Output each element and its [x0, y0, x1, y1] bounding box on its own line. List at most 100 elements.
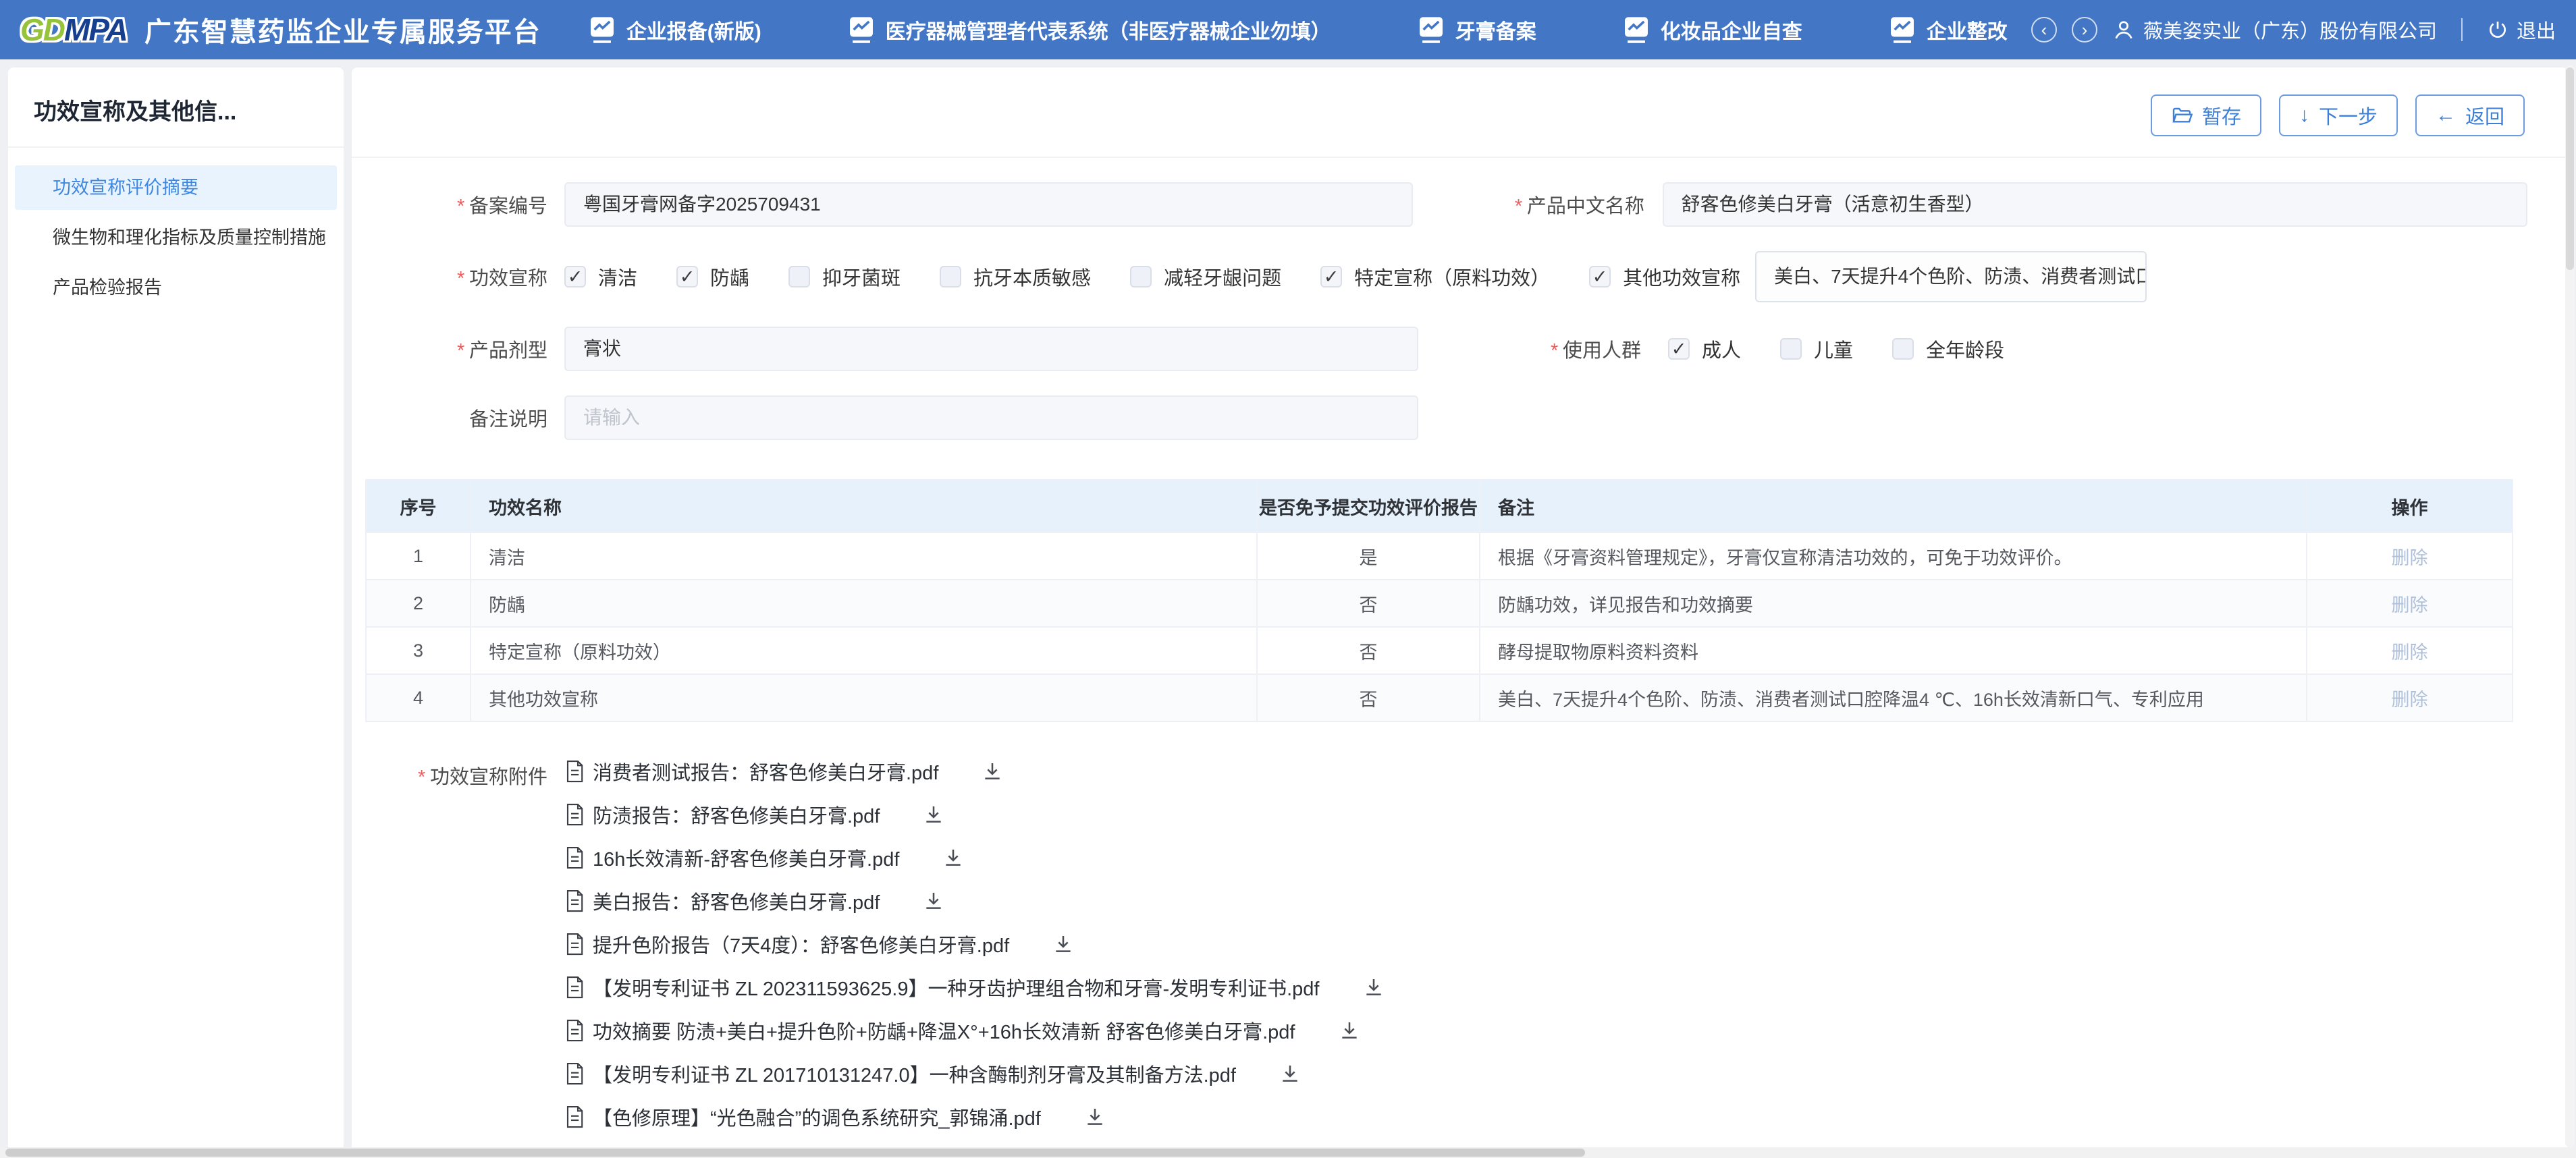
sidebar-item-micro-physchem[interactable]: 微生物和理化指标及质量控制措施 — [15, 215, 337, 260]
arrow-left-icon: ← — [2436, 105, 2456, 126]
attachment-link[interactable]: 【色修原理】“光色融合”的调色系统研究_郭锦涌.pdf — [593, 1103, 1041, 1131]
delete-row-button[interactable]: 删除 — [2392, 548, 2428, 568]
attachment-link[interactable]: 【发明专利证书 ZL 202311593625.9】一种牙齿护理组合物和牙膏-发… — [593, 973, 1320, 1001]
required-mark: * — [456, 340, 464, 362]
efficacy-checkbox-group: 清洁 防龋 抑牙菌斑 抗牙本质敏感 减轻牙龈问题 特定宣称（原料功效） 其他功效… — [564, 263, 1740, 291]
download-icon[interactable] — [923, 890, 944, 912]
top-nav-menu: 企业报备(新版) 医疗器械管理者代表系统（非医疗器械企业勿填） 牙膏备案 化妆品… — [589, 15, 2008, 45]
checkbox-child[interactable]: 儿童 — [1780, 335, 1853, 363]
checkbox-all-ages[interactable]: 全年龄段 — [1892, 335, 2004, 363]
horizontal-scrollbar[interactable] — [0, 1147, 2576, 1158]
download-icon[interactable] — [1084, 1106, 1106, 1128]
vertical-scrollbar[interactable] — [2565, 65, 2575, 1147]
cell-remark: 酵母提取物原料资料资料 — [1480, 627, 2307, 674]
save-draft-label: 暂存 — [2202, 101, 2241, 130]
topbar-right: ‹ › 薇美姿实业（广东）股份有限公司 退出 — [2031, 16, 2556, 44]
remark-input[interactable] — [564, 395, 1418, 440]
back-button[interactable]: ← 返回 — [2415, 94, 2525, 136]
attachment-link[interactable]: 功效摘要 防渍+美白+提升色阶+防龋+降温X°+16h长效清新 舒客色修美白牙膏… — [593, 1016, 1295, 1045]
other-claim-field[interactable]: 美白、7天提升4个色阶、防渍、消费者测试口腔降温4℃、16h长效清新口气、专利应… — [1755, 251, 2147, 302]
checkbox-other-claim[interactable]: 其他功效宣称 — [1589, 263, 1740, 291]
nav-item-enterprise-rectify[interactable]: 企业整改 — [1889, 15, 2008, 45]
attachments-section: *功效宣称附件 消费者测试报告：舒客色修美白牙膏.pdf 防渍报告：舒客色修美白… — [379, 757, 2568, 1158]
account-menu[interactable]: 薇美姿实业（广东）股份有限公司 — [2112, 16, 2437, 44]
checkbox-gum-care[interactable]: 减轻牙龈问题 — [1130, 263, 1281, 291]
table-row: 4 其他功效宣称 否 美白、7天提升4个色阶、防渍、消费者测试口腔降温4 ℃、1… — [366, 674, 2513, 721]
cell-remark: 根据《牙膏资料管理规定》，牙膏仅宣称清洁功效的，可免于功效评价。 — [1480, 532, 2307, 580]
checkbox-clean[interactable]: 清洁 — [564, 263, 637, 291]
efficacy-label: *功效宣称 — [379, 263, 547, 291]
attachment-item: 提升色阶报告（7天4度）：舒客色修美白牙膏.pdf — [564, 930, 1385, 958]
line-chart-icon — [1418, 16, 1445, 43]
col-header-remark: 备注 — [1480, 480, 2307, 532]
users-checkbox-group: 成人 儿童 全年龄段 — [1668, 335, 2004, 363]
page-body: 功效宣称及其他信... 功效宣称评价摘要 微生物和理化指标及质量控制措施 产品检… — [0, 59, 2576, 1158]
next-step-button[interactable]: ↓ 下一步 — [2279, 94, 2398, 136]
sidebar-item-efficacy-summary[interactable]: 功效宣称评价摘要 — [15, 165, 337, 210]
delete-row-button[interactable]: 删除 — [2392, 642, 2428, 663]
nav-item-enterprise-report[interactable]: 企业报备(新版) — [589, 15, 761, 45]
cell-name: 防龋 — [471, 580, 1257, 627]
download-icon[interactable] — [923, 804, 944, 825]
download-icon[interactable] — [1279, 1063, 1301, 1084]
nav-prev-button[interactable]: ‹ — [2031, 17, 2057, 43]
save-draft-button[interactable]: 暂存 — [2151, 94, 2261, 136]
document-icon — [564, 888, 587, 914]
attachment-link[interactable]: 提升色阶报告（7天4度）：舒客色修美白牙膏.pdf — [593, 930, 1009, 958]
logo-gd-text: GD — [20, 11, 64, 48]
download-icon[interactable] — [982, 761, 1003, 782]
delete-row-button[interactable]: 删除 — [2392, 690, 2428, 710]
attachment-link[interactable]: 美白报告：舒客色修美白牙膏.pdf — [593, 887, 880, 915]
checkbox-specific-claim[interactable]: 特定宣称（原料功效） — [1320, 263, 1550, 291]
required-mark: * — [417, 767, 425, 788]
left-sidebar: 功效宣称及其他信... 功效宣称评价摘要 微生物和理化指标及质量控制措施 产品检… — [8, 67, 344, 1158]
download-icon[interactable] — [1052, 933, 1074, 955]
attachment-link[interactable]: 16h长效清新-舒客色修美白牙膏.pdf — [593, 844, 899, 872]
checkbox-anticaries[interactable]: 防龋 — [676, 263, 749, 291]
back-label: 返回 — [2465, 101, 2504, 130]
download-icon[interactable] — [1339, 1020, 1360, 1041]
logout-button[interactable]: 退出 — [2487, 16, 2556, 44]
attachment-link[interactable]: 【发明专利证书 ZL 201710131247.0】一种含酶制剂牙膏及其制备方法… — [593, 1059, 1236, 1088]
attachment-item: 16h长效清新-舒客色修美白牙膏.pdf — [564, 844, 1385, 872]
nav-item-medical-device[interactable]: 医疗器械管理者代表系统（非医疗器械企业勿填） — [848, 15, 1331, 45]
nav-next-button[interactable]: › — [2072, 17, 2097, 43]
document-icon — [564, 845, 587, 871]
attachment-link[interactable]: 消费者测试报告：舒客色修美白牙膏.pdf — [593, 757, 938, 785]
vertical-scrollbar-thumb[interactable] — [2566, 67, 2574, 270]
download-icon[interactable] — [1363, 976, 1385, 998]
cell-exempt: 是 — [1257, 532, 1480, 580]
checkbox-antisensitive[interactable]: 抗牙本质敏感 — [940, 263, 1091, 291]
col-header-name: 功效名称 — [471, 480, 1257, 532]
required-mark: * — [1550, 340, 1557, 362]
filing-form: *备案编号 粤国牙膏网备字2025709431 *产品中文名称 舒客色修美白牙膏… — [352, 158, 2568, 440]
attachment-item: 防渍报告：舒客色修美白牙膏.pdf — [564, 800, 1385, 829]
topbar-divider — [2461, 18, 2463, 41]
nav-item-label: 牙膏备案 — [1455, 15, 1536, 45]
document-icon — [564, 1061, 587, 1086]
user-icon — [2112, 18, 2135, 41]
checkbox-adult[interactable]: 成人 — [1668, 335, 1741, 363]
dosage-form-field[interactable]: 膏状 — [564, 327, 1418, 371]
attachment-item: 【发明专利证书 ZL 202311593625.9】一种牙齿护理组合物和牙膏-发… — [564, 973, 1385, 1001]
folder-icon — [2171, 105, 2193, 126]
nav-item-toothpaste-filing[interactable]: 牙膏备案 — [1418, 15, 1536, 45]
record-no-field[interactable]: 粤国牙膏网备字2025709431 — [564, 182, 1413, 227]
nav-item-cosmetics-selfcheck[interactable]: 化妆品企业自查 — [1623, 15, 1802, 45]
attachment-link[interactable]: 防渍报告：舒客色修美白牙膏.pdf — [593, 800, 880, 829]
sidebar-menu: 功效宣称评价摘要 微生物和理化指标及质量控制措施 产品检验报告 — [8, 148, 344, 310]
checkbox-icon — [1320, 266, 1342, 287]
cell-exempt: 否 — [1257, 674, 1480, 721]
top-navbar: GDMPA 广东智慧药监企业专属服务平台 企业报备(新版) 医疗器械管理者代表系… — [0, 0, 2576, 59]
checkbox-antiplaque[interactable]: 抑牙菌斑 — [788, 263, 901, 291]
product-name-field[interactable]: 舒客色修美白牙膏（活意初生香型） — [1663, 182, 2527, 227]
delete-row-button[interactable]: 删除 — [2392, 595, 2428, 615]
attachment-item: 【色修原理】“光色融合”的调色系统研究_郭锦涌.pdf — [564, 1103, 1385, 1131]
cell-remark: 美白、7天提升4个色阶、防渍、消费者测试口腔降温4 ℃、16h长效清新口气、专利… — [1480, 674, 2307, 721]
download-icon[interactable] — [942, 847, 964, 868]
table-row: 2 防龋 否 防龋功效，详见报告和功效摘要 删除 — [366, 580, 2513, 627]
sidebar-item-inspection-report[interactable]: 产品检验报告 — [15, 265, 337, 310]
horizontal-scrollbar-thumb[interactable] — [5, 1149, 1585, 1157]
users-label: *使用人群 — [1520, 335, 1641, 363]
logo-mpa-text: MPA — [64, 11, 127, 48]
